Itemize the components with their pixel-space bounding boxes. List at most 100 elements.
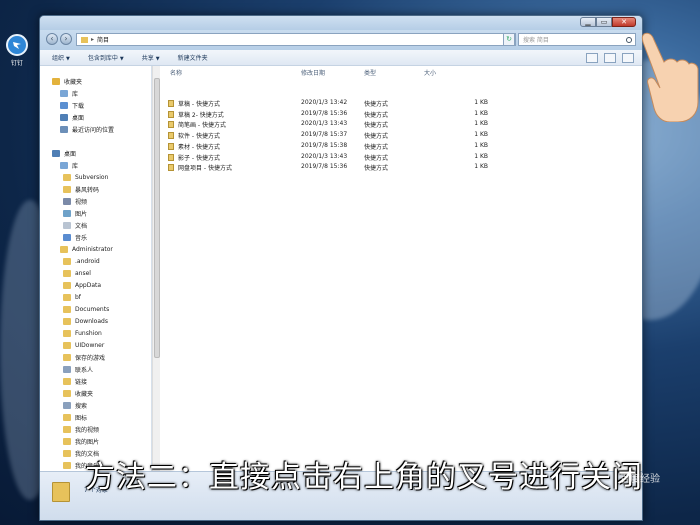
search-icon[interactable]	[626, 36, 632, 43]
file-row[interactable]: 软件 - 快捷方式 2019/7/8 15:37 快捷方式 1 KB	[168, 131, 488, 141]
nav-item-label: 最近访问的位置	[72, 127, 115, 134]
file-type: 快捷方式	[364, 111, 389, 119]
nav-item[interactable]: 视频	[63, 196, 87, 207]
forward-arrow-icon: ›	[64, 34, 68, 43]
nav-item[interactable]: 收藏夹	[63, 388, 93, 399]
change-view-icon[interactable]	[586, 53, 598, 63]
share-label: 共享	[141, 55, 154, 62]
nav-item[interactable]: AppData	[63, 280, 101, 291]
column-header-type[interactable]: 类型	[364, 68, 376, 78]
nav-item[interactable]: 下载	[60, 100, 84, 111]
folder-icon	[63, 462, 71, 469]
shortcut-icon	[168, 132, 174, 140]
column-header-size[interactable]: 大小	[424, 68, 436, 78]
file-row[interactable]: 网盘项目 - 快捷方式 2019/7/8 15:36 快捷方式 1 KB	[168, 163, 488, 173]
address-bar-row: ‹ › ▸ 简目 ▾ ↻ 搜索 简目	[40, 30, 642, 50]
navigation-scrollbar[interactable]	[152, 66, 160, 471]
file-modified: 2019/7/8 15:36	[301, 163, 348, 171]
breadcrumb-current[interactable]: 简目	[97, 35, 109, 44]
nav-item-label: ansel	[75, 270, 91, 277]
recent-icon	[60, 126, 68, 133]
nav-item[interactable]: 保存的游戏	[63, 352, 105, 363]
desktop-shortcut-dingtalk[interactable]: 钉钉	[4, 34, 30, 67]
nav-item-label: Documents	[75, 306, 110, 313]
folder-icon	[63, 414, 71, 421]
minimize-button[interactable]: ▁	[580, 17, 596, 27]
file-size: 1 KB	[474, 109, 488, 117]
folder-icon	[63, 174, 71, 181]
maximize-button[interactable]: ▭	[596, 17, 612, 27]
nav-item-label: .android	[75, 258, 100, 265]
nav-item[interactable]: bf	[63, 292, 81, 303]
folder-icon	[63, 378, 71, 385]
file-row[interactable]: 草稿 2- 快捷方式 2019/7/8 15:36 快捷方式 1 KB	[168, 110, 488, 120]
nav-item[interactable]: 库	[60, 160, 78, 171]
nav-item[interactable]: Documents	[63, 304, 109, 315]
nav-item[interactable]: Downloads	[63, 316, 108, 327]
nav-item[interactable]: 链接	[63, 376, 87, 387]
column-header-modified[interactable]: 修改日期	[301, 68, 325, 78]
nav-item[interactable]: 我的视频	[63, 424, 99, 435]
file-name: 草稿 - 快捷方式	[178, 101, 220, 108]
music-icon	[63, 234, 71, 241]
address-field[interactable]: ▸ 简目 ▾	[76, 33, 516, 46]
nav-item[interactable]: 最近访问的位置	[60, 124, 114, 135]
file-row[interactable]: 素材 - 快捷方式 2019/7/8 15:38 快捷方式 1 KB	[168, 142, 488, 152]
forward-button[interactable]: ›	[60, 33, 72, 45]
file-row[interactable]: 影子 - 快捷方式 2020/1/3 13:43 快捷方式 1 KB	[168, 153, 488, 163]
nav-item[interactable]: 暴风转码	[63, 184, 99, 195]
help-icon[interactable]	[622, 53, 634, 63]
close-button[interactable]: ✕	[612, 17, 636, 27]
nav-item[interactable]: 收藏夹	[52, 76, 82, 87]
nav-item[interactable]: Subversion	[63, 172, 108, 183]
nav-item-label: 库	[72, 91, 79, 98]
include-in-library-menu[interactable]: 包含到库中 ▼	[88, 53, 124, 62]
nav-item[interactable]: 库	[60, 88, 78, 99]
nav-item[interactable]: 文档	[63, 220, 87, 231]
nav-item[interactable]: ansel	[63, 268, 91, 279]
desktop-shortcut-label: 钉钉	[10, 60, 23, 67]
star-icon	[52, 78, 60, 85]
nav-item-label: Administrator	[72, 246, 113, 253]
preview-pane-icon[interactable]	[604, 53, 616, 63]
file-name: 影子 - 快捷方式	[178, 154, 220, 162]
refresh-button[interactable]: ↻	[503, 33, 515, 46]
nav-item[interactable]: 音乐	[63, 232, 87, 243]
folder-icon	[81, 36, 88, 43]
nav-item[interactable]: 搜索	[63, 400, 87, 411]
share-menu[interactable]: 共享 ▼	[142, 53, 160, 62]
nav-item-label: bf	[75, 294, 81, 301]
organize-menu[interactable]: 组织 ▼	[52, 53, 70, 62]
back-button[interactable]: ‹	[46, 33, 58, 45]
nav-item[interactable]: Funshion	[63, 328, 102, 339]
nav-item[interactable]: Administrator	[60, 244, 113, 255]
nav-item[interactable]: 图片	[63, 208, 87, 219]
nav-item-label: 保存的游戏	[75, 355, 106, 362]
command-bar: 组织 ▼ 包含到库中 ▼ 共享 ▼ 新建文件夹	[40, 50, 642, 66]
nav-item-label: Funshion	[75, 330, 102, 337]
nav-item[interactable]: 联系人	[63, 364, 93, 375]
column-header-name[interactable]: 名称	[170, 68, 182, 78]
nav-item-label: 搜索	[75, 403, 88, 410]
new-folder-button[interactable]: 新建文件夹	[178, 53, 208, 62]
file-size: 1 KB	[474, 141, 488, 149]
nav-item[interactable]: 图标	[63, 412, 87, 423]
nav-item[interactable]: 桌面	[52, 148, 76, 159]
shortcut-icon	[168, 110, 174, 118]
file-row[interactable]: 草稿 - 快捷方式 2020/1/3 13:42 快捷方式 1 KB	[168, 99, 488, 109]
file-list: 名称 修改日期 类型 大小 草稿 - 快捷方式 2020/1/3 13:42 快捷方…	[160, 66, 642, 471]
file-name: 简笔画 - 快捷方式	[178, 122, 226, 130]
folder-icon	[63, 390, 71, 397]
search-field[interactable]: 搜索 简目	[518, 33, 636, 46]
shortcut-icon	[168, 153, 174, 161]
shortcut-icon	[168, 142, 174, 150]
nav-item[interactable]: .android	[63, 256, 100, 267]
nav-item[interactable]: 我的图片	[63, 436, 99, 447]
file-type: 快捷方式	[364, 133, 389, 141]
nav-item[interactable]: UIDowner	[63, 340, 104, 351]
folder-icon	[63, 426, 71, 433]
title-bar[interactable]: ▁ ▭ ✕	[40, 16, 642, 30]
nav-item-label: 文档	[75, 223, 88, 230]
nav-item[interactable]: 桌面	[60, 112, 84, 123]
file-row[interactable]: 简笔画 - 快捷方式 2020/1/3 13:43 快捷方式 1 KB	[168, 120, 488, 130]
